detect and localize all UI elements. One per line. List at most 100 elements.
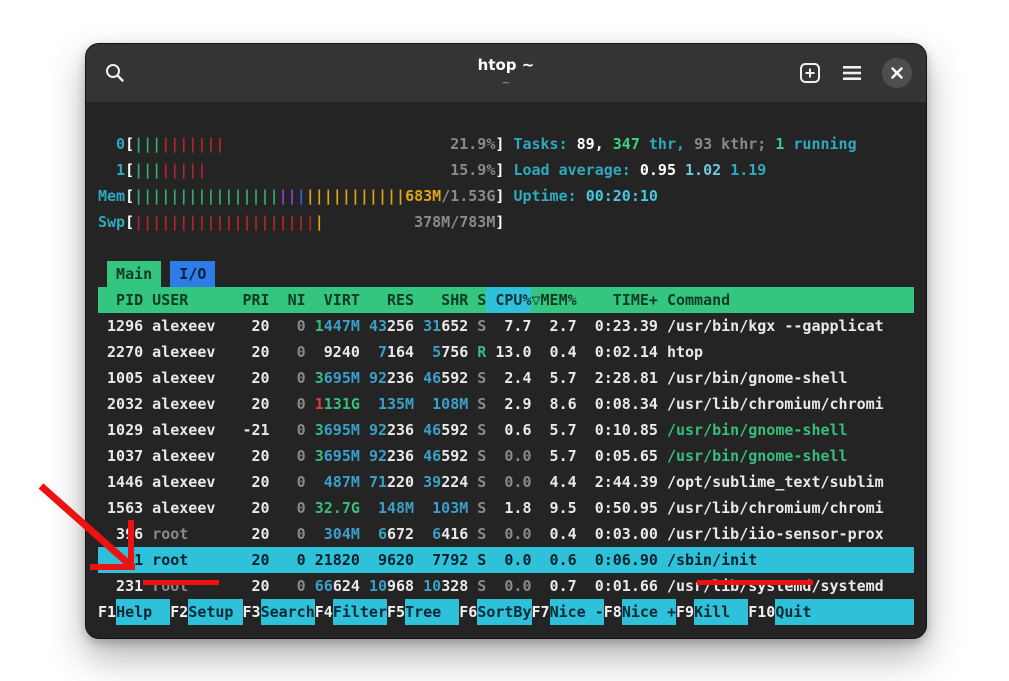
text-segment: /usr/bin/gnome-shell [658, 443, 848, 469]
fn-key-label[interactable]: Tree [405, 599, 459, 625]
fn-key-number[interactable]: F10 [748, 599, 775, 625]
fn-key-label[interactable]: Filter [333, 599, 387, 625]
text-segment: 695M [324, 417, 360, 443]
text-segment: thr, [649, 131, 694, 157]
fn-key-label[interactable]: SortBy [477, 599, 531, 625]
text-segment: 71 [369, 469, 387, 495]
fn-key-number[interactable]: F3 [243, 599, 261, 625]
text-segment: ||||| [161, 157, 206, 183]
process-row[interactable]: 396 root 20 0 304M 6672 6416 S 0.0 0.4 0… [98, 521, 914, 547]
fn-key-label[interactable]: Help [116, 599, 170, 625]
titlebar: htop ~ ~ [86, 44, 926, 102]
fn-key-number[interactable]: F9 [676, 599, 694, 625]
fn-key-label[interactable]: Search [261, 599, 315, 625]
text-segment: 20 [233, 365, 278, 391]
tab-bar: Main I/O [98, 261, 914, 287]
fn-key-number[interactable]: F7 [532, 599, 550, 625]
text-segment: S [468, 391, 486, 417]
text-segment: 695M [324, 365, 360, 391]
fn-key-number[interactable]: F6 [459, 599, 477, 625]
text-segment: 2.9 [486, 391, 531, 417]
process-row[interactable]: 1563 alexeev 20 0 32.7G 148M 103M S 1.8 … [98, 495, 914, 521]
text-segment: root [152, 573, 233, 599]
fn-key-number[interactable]: F8 [604, 599, 622, 625]
search-icon[interactable] [104, 62, 126, 84]
text-segment [360, 469, 369, 495]
text-segment: 231 [98, 573, 152, 599]
process-header[interactable]: PID USER PRI NI VIRT RES SHR S CPU%▽MEM%… [98, 287, 914, 313]
text-segment: 43 [369, 313, 387, 339]
process-row[interactable]: 1296 alexeev 20 0 1447M 43256 31652 S 7.… [98, 313, 914, 339]
text-segment [504, 131, 513, 157]
fn-key-number[interactable]: F1 [98, 599, 116, 625]
process-row-selected[interactable]: 1 root 20 0 21820 9620 7792 S 0.0 0.6 0:… [98, 547, 914, 573]
text-segment: 0.95 [640, 157, 685, 183]
text-segment: /usr/bin/gnome-shell [658, 417, 848, 443]
cpu0-meter: 0[|||||||||| 21.9%] Tasks: 89, 347 thr, … [98, 131, 914, 157]
fn-key-label[interactable]: Nice + [622, 599, 676, 625]
text-segment: 0:08.34 [577, 391, 658, 417]
process-row[interactable]: 1005 alexeev 20 0 3695M 92236 46592 S 2.… [98, 365, 914, 391]
text-segment: ||||||| [161, 131, 224, 157]
text-segment: 6 [423, 521, 441, 547]
text-segment [360, 391, 369, 417]
tab-io[interactable]: I/O [170, 261, 215, 287]
text-segment: 46 [423, 443, 441, 469]
text-segment: 1037 alexeev [98, 443, 233, 469]
menu-icon[interactable] [842, 64, 862, 82]
fn-key-label[interactable] [811, 599, 914, 625]
fn-key-number[interactable]: F5 [387, 599, 405, 625]
text-segment [414, 313, 423, 339]
text-segment: 20 [233, 391, 278, 417]
text-segment [306, 365, 315, 391]
text-segment: ] [495, 183, 504, 209]
process-row[interactable]: 231 root 20 0 66624 10968 10328 S 0.0 0.… [98, 573, 914, 599]
text-segment: ] [495, 131, 504, 157]
text-segment: 0:02.14 [577, 339, 658, 365]
text-segment: 1.19 [730, 157, 766, 183]
text-segment: 0:03.00 [577, 521, 658, 547]
process-row[interactable]: 2270 alexeev 20 0 9240 7164 5756 R 13.0 … [98, 339, 914, 365]
text-segment: 0 [279, 469, 306, 495]
text-segment: S [468, 365, 486, 391]
text-segment [306, 313, 315, 339]
text-segment: [ [125, 209, 134, 235]
text-segment: 32.7G [315, 495, 360, 521]
text-segment: 756 [441, 339, 468, 365]
fn-key-label[interactable]: Quit [775, 599, 811, 625]
fn-key-label[interactable]: Nice - [550, 599, 604, 625]
new-tab-icon[interactable] [798, 61, 822, 85]
text-segment [360, 365, 369, 391]
mem-meter: Mem[||||||||||||||||||||||||||||||683M/1… [98, 183, 914, 209]
text-segment: 2032 alexeev [98, 391, 233, 417]
process-row[interactable]: 2032 alexeev 20 0 1131G 135M 108M S 2.9 … [98, 391, 914, 417]
text-segment [306, 495, 315, 521]
tab-main[interactable]: Main [107, 261, 161, 287]
fn-key-label[interactable]: Setup [188, 599, 242, 625]
text-segment: 0 [279, 521, 306, 547]
fn-key-label[interactable]: Kill [694, 599, 748, 625]
text-segment: 236 [387, 417, 414, 443]
text-segment: 1.8 [486, 495, 531, 521]
text-segment: ||| [134, 157, 161, 183]
text-segment: 0:23.39 [577, 313, 658, 339]
process-row[interactable]: 1037 alexeev 20 0 3695M 92236 46592 S 0.… [98, 443, 914, 469]
text-segment [306, 417, 315, 443]
text-segment: | [297, 183, 306, 209]
process-row[interactable]: 1029 alexeev -21 0 3695M 92236 46592 S 0… [98, 417, 914, 443]
text-segment [360, 521, 369, 547]
text-segment [360, 313, 369, 339]
process-row[interactable]: 1446 alexeev 20 0 487M 71220 39224 S 0.0… [98, 469, 914, 495]
close-icon[interactable] [882, 58, 912, 88]
fn-key-number[interactable]: F4 [315, 599, 333, 625]
text-segment [306, 391, 315, 417]
fn-key-number[interactable]: F2 [170, 599, 188, 625]
text-segment [360, 339, 369, 365]
text-segment: 4.4 [532, 469, 577, 495]
text-segment [414, 417, 423, 443]
text-segment: | [315, 209, 324, 235]
text-segment: 15.9% [450, 157, 495, 183]
text-segment: 93 kthr; [694, 131, 775, 157]
text-segment: /usr/lib/chromium/chromi [658, 391, 884, 417]
text-segment: R [468, 339, 486, 365]
